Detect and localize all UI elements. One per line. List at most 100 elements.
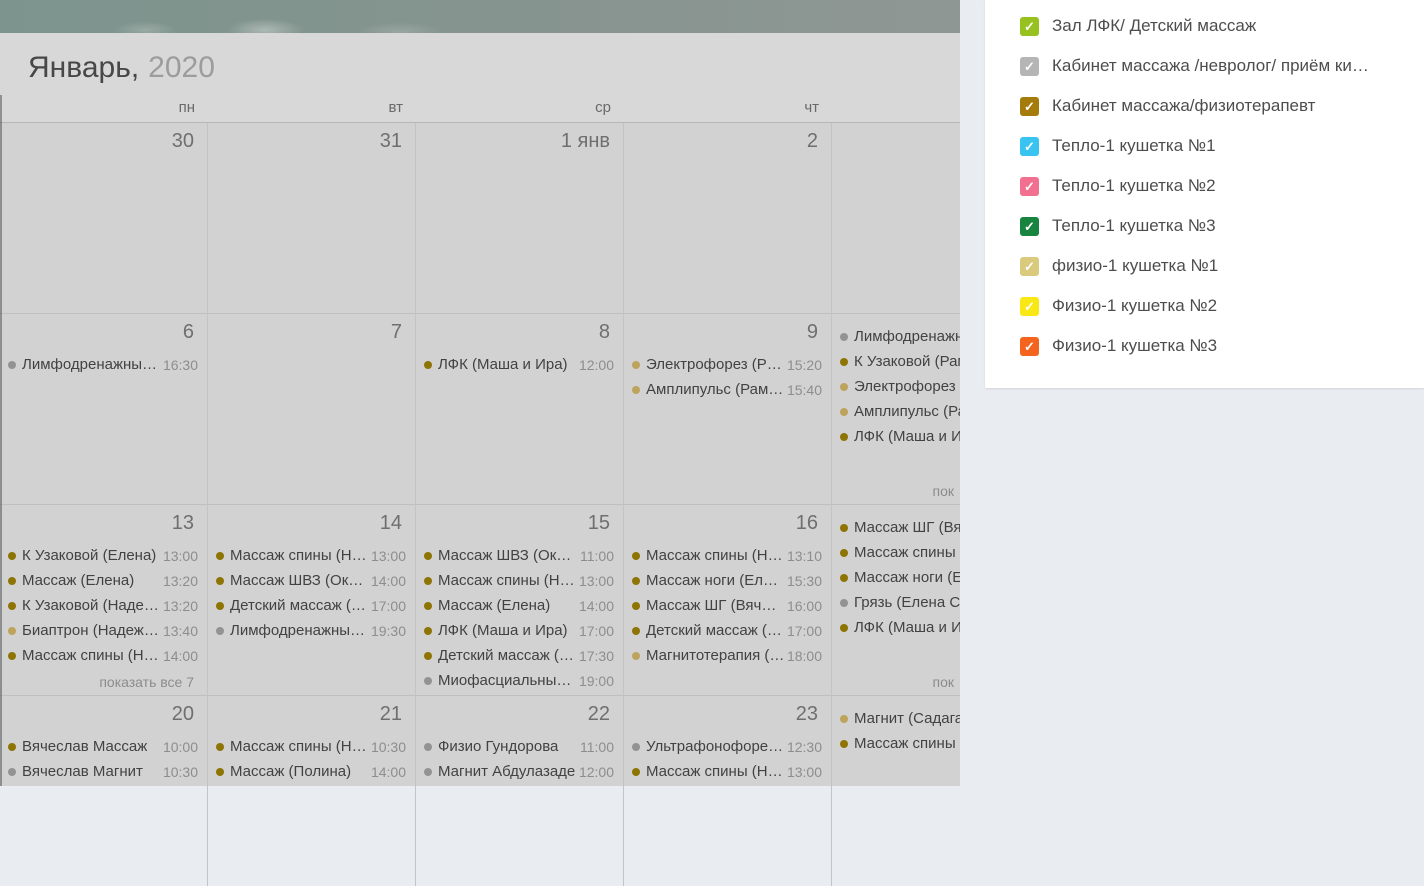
legend-label[interactable]: физио-1 кушетка №1 xyxy=(1052,256,1218,276)
event-item[interactable]: Лимфодренажн xyxy=(832,324,958,349)
day-cell[interactable]: Массаж ШГ (ВяМассаж спиныМассаж ноги (ЕГ… xyxy=(832,505,958,695)
day-cell[interactable]: 21Массаж спины (Н…10:30Массаж (Полина)14… xyxy=(208,696,416,886)
legend-item[interactable]: ✓ Тепло-1 кушетка №1 xyxy=(985,126,1424,166)
day-cell[interactable]: 20Вячеслав Массаж10:00Вячеслав Магнит10:… xyxy=(0,696,208,886)
legend-item[interactable]: ✓ Кабинет массажа /невролог/ приём ки… xyxy=(985,46,1424,86)
event-item[interactable]: Детский массаж (…17:30 xyxy=(416,643,623,668)
checkbox-checked-icon[interactable]: ✓ xyxy=(1020,137,1039,156)
event-item[interactable]: Массаж ШВЗ (Ок…14:00 xyxy=(208,568,415,593)
event-item[interactable]: Лимфодренажны…19:30 xyxy=(208,618,415,643)
show-all-link[interactable]: пок xyxy=(832,483,958,499)
legend-label[interactable]: Кабинет массажа/физиотерапевт xyxy=(1052,96,1315,116)
event-item[interactable]: Массаж (Елена)14:00 xyxy=(416,593,623,618)
checkbox-checked-icon[interactable]: ✓ xyxy=(1020,297,1039,316)
event-list: Магнит (СадагаМассаж спины xyxy=(832,706,958,756)
day-cell[interactable]: 13К Узаковой (Елена)13:00Массаж (Елена)1… xyxy=(0,505,208,695)
legend-label[interactable]: Тепло-1 кушетка №3 xyxy=(1052,216,1216,236)
event-item[interactable]: Массаж спины (Н…13:00 xyxy=(208,543,415,568)
event-item[interactable]: Массаж ШВЗ (Ок…11:00 xyxy=(416,543,623,568)
checkbox-checked-icon[interactable]: ✓ xyxy=(1020,337,1039,356)
day-cell[interactable]: 14 Массаж спины (Н…13:00Массаж ШВЗ (Ок…14… xyxy=(208,505,416,695)
event-item[interactable]: Миофасциальны…19:00 xyxy=(416,668,623,693)
event-item[interactable]: Детский массаж (…17:00 xyxy=(624,618,831,643)
event-item[interactable]: Массаж ШГ (Вя xyxy=(832,515,958,540)
event-item[interactable]: Массаж (Полина)14:00 xyxy=(208,759,415,784)
day-number: 1 янв xyxy=(416,127,623,155)
legend-item[interactable]: ✓ Физио-1 кушетка №3 xyxy=(985,326,1424,366)
day-cell[interactable]: ЛимфодренажнК Узаковой (РамЭлектрофорез … xyxy=(832,314,958,504)
event-item[interactable]: Массаж ноги (Ел…15:30 xyxy=(624,568,831,593)
legend-item[interactable]: ✓ Физио-1 кушетка №2 xyxy=(985,286,1424,326)
day-number: 22 xyxy=(416,700,623,728)
day-cell[interactable]: 6Лимфодренажны…16:30 xyxy=(0,314,208,504)
legend-item[interactable]: ✓ физио-1 кушетка №1 xyxy=(985,246,1424,286)
legend-label[interactable]: Зал ЛФК/ Детский массаж xyxy=(1052,16,1256,36)
event-item[interactable]: ЛФК (Маша и И xyxy=(832,424,958,449)
event-item[interactable]: К Узаковой (Елена)13:00 xyxy=(0,543,207,568)
legend-label[interactable]: Физио-1 кушетка №2 xyxy=(1052,296,1217,316)
checkbox-checked-icon[interactable]: ✓ xyxy=(1020,97,1039,116)
event-item[interactable]: Электрофорез ( xyxy=(832,374,958,399)
day-cell[interactable]: 22 Физио Гундорова11:00Магнит Абдулазаде1… xyxy=(416,696,624,886)
day-cell[interactable] xyxy=(832,123,958,313)
legend-item[interactable]: ✓ Кабинет массажа/физиотерапевт xyxy=(985,86,1424,126)
event-item[interactable]: ЛФК (Маша и И xyxy=(832,615,958,640)
checkbox-checked-icon[interactable]: ✓ xyxy=(1020,177,1039,196)
event-item[interactable]: Магнитотерапия (…18:00 xyxy=(624,643,831,668)
show-all-link[interactable]: пок xyxy=(832,674,958,690)
day-cell[interactable]: 23Ультрафонофоре…12:30Массаж спины (Н…13… xyxy=(624,696,832,886)
event-item[interactable]: Амплипульс (Ра xyxy=(832,399,958,424)
event-item[interactable]: Вячеслав Магнит10:30 xyxy=(0,759,207,784)
event-item[interactable]: К Узаковой (Рам xyxy=(832,349,958,374)
legend-label[interactable]: Кабинет массажа /невролог/ приём ки… xyxy=(1052,56,1369,76)
day-cell[interactable]: Магнит (СадагаМассаж спины xyxy=(832,696,958,886)
event-item[interactable]: Лимфодренажны…16:30 xyxy=(0,352,207,377)
day-cell[interactable]: 30 xyxy=(0,123,208,313)
checkbox-checked-icon[interactable]: ✓ xyxy=(1020,17,1039,36)
event-item[interactable]: Массаж спины (Н…10:30 xyxy=(208,734,415,759)
checkbox-checked-icon[interactable]: ✓ xyxy=(1020,57,1039,76)
event-item[interactable]: Вячеслав Массаж10:00 xyxy=(0,734,207,759)
day-number: 14 xyxy=(208,509,415,537)
checkbox-checked-icon[interactable]: ✓ xyxy=(1020,217,1039,236)
event-item[interactable]: Массаж спины (Н…13:10 xyxy=(624,543,831,568)
checkbox-checked-icon[interactable]: ✓ xyxy=(1020,257,1039,276)
event-item[interactable]: Физио Гундорова11:00 xyxy=(416,734,623,759)
event-item[interactable]: К Узаковой (Наде…13:20 xyxy=(0,593,207,618)
event-item[interactable]: Массаж ШГ (Вяч…16:00 xyxy=(624,593,831,618)
event-item[interactable]: ЛФК (Маша и Ира)12:00 xyxy=(416,352,623,377)
event-item[interactable]: Грязь (Елена С xyxy=(832,590,958,615)
event-item[interactable]: Массаж спины xyxy=(832,540,958,565)
event-item[interactable]: Массаж (Елена)13:20 xyxy=(0,568,207,593)
event-item[interactable]: Массаж спины (Н…14:00 xyxy=(0,643,207,668)
event-item[interactable]: Электрофорез (Р…15:20 xyxy=(624,352,831,377)
day-cell[interactable]: 2 xyxy=(624,123,832,313)
event-list: ЛимфодренажнК Узаковой (РамЭлектрофорез … xyxy=(832,324,958,449)
event-item[interactable]: Массаж спины (Н…13:00 xyxy=(624,759,831,784)
event-item[interactable]: Массаж спины (Н…13:00 xyxy=(416,568,623,593)
event-item[interactable]: Магнит (Садага xyxy=(832,706,958,731)
event-item[interactable]: Детский массаж (…17:00 xyxy=(208,593,415,618)
show-all-link[interactable]: показать все 7 xyxy=(0,674,207,690)
legend-label[interactable]: Тепло-1 кушетка №2 xyxy=(1052,176,1216,196)
legend-item[interactable]: ✓ Зал ЛФК/ Детский массаж xyxy=(985,6,1424,46)
legend-label[interactable]: Тепло-1 кушетка №1 xyxy=(1052,136,1216,156)
event-item[interactable]: Массаж ноги (Е xyxy=(832,565,958,590)
day-cell[interactable]: 16Массаж спины (Н…13:10Массаж ноги (Ел…1… xyxy=(624,505,832,695)
day-cell[interactable]: 7 xyxy=(208,314,416,504)
day-cell[interactable]: 9Электрофорез (Р…15:20Амплипульс (Рам…15… xyxy=(624,314,832,504)
event-item[interactable]: Амплипульс (Рам…15:40 xyxy=(624,377,831,402)
event-item[interactable]: Массаж спины xyxy=(832,731,958,756)
day-cell[interactable]: 31 xyxy=(208,123,416,313)
event-item[interactable]: Биаптрон (Надеж…13:40 xyxy=(0,618,207,643)
legend-item[interactable]: ✓ Тепло-1 кушетка №2 xyxy=(985,166,1424,206)
event-time: 17:30 xyxy=(579,648,614,664)
day-cell[interactable]: 8ЛФК (Маша и Ира)12:00 xyxy=(416,314,624,504)
day-cell[interactable]: 15Массаж ШВЗ (Ок…11:00Массаж спины (Н…13… xyxy=(416,505,624,695)
legend-label[interactable]: Физио-1 кушетка №3 xyxy=(1052,336,1217,356)
day-cell[interactable]: 1 янв xyxy=(416,123,624,313)
legend-item[interactable]: ✓ Тепло-1 кушетка №3 xyxy=(985,206,1424,246)
event-item[interactable]: ЛФК (Маша и Ира)17:00 xyxy=(416,618,623,643)
event-item[interactable]: Ультрафонофоре…12:30 xyxy=(624,734,831,759)
event-item[interactable]: Магнит Абдулазаде12:00 xyxy=(416,759,623,784)
